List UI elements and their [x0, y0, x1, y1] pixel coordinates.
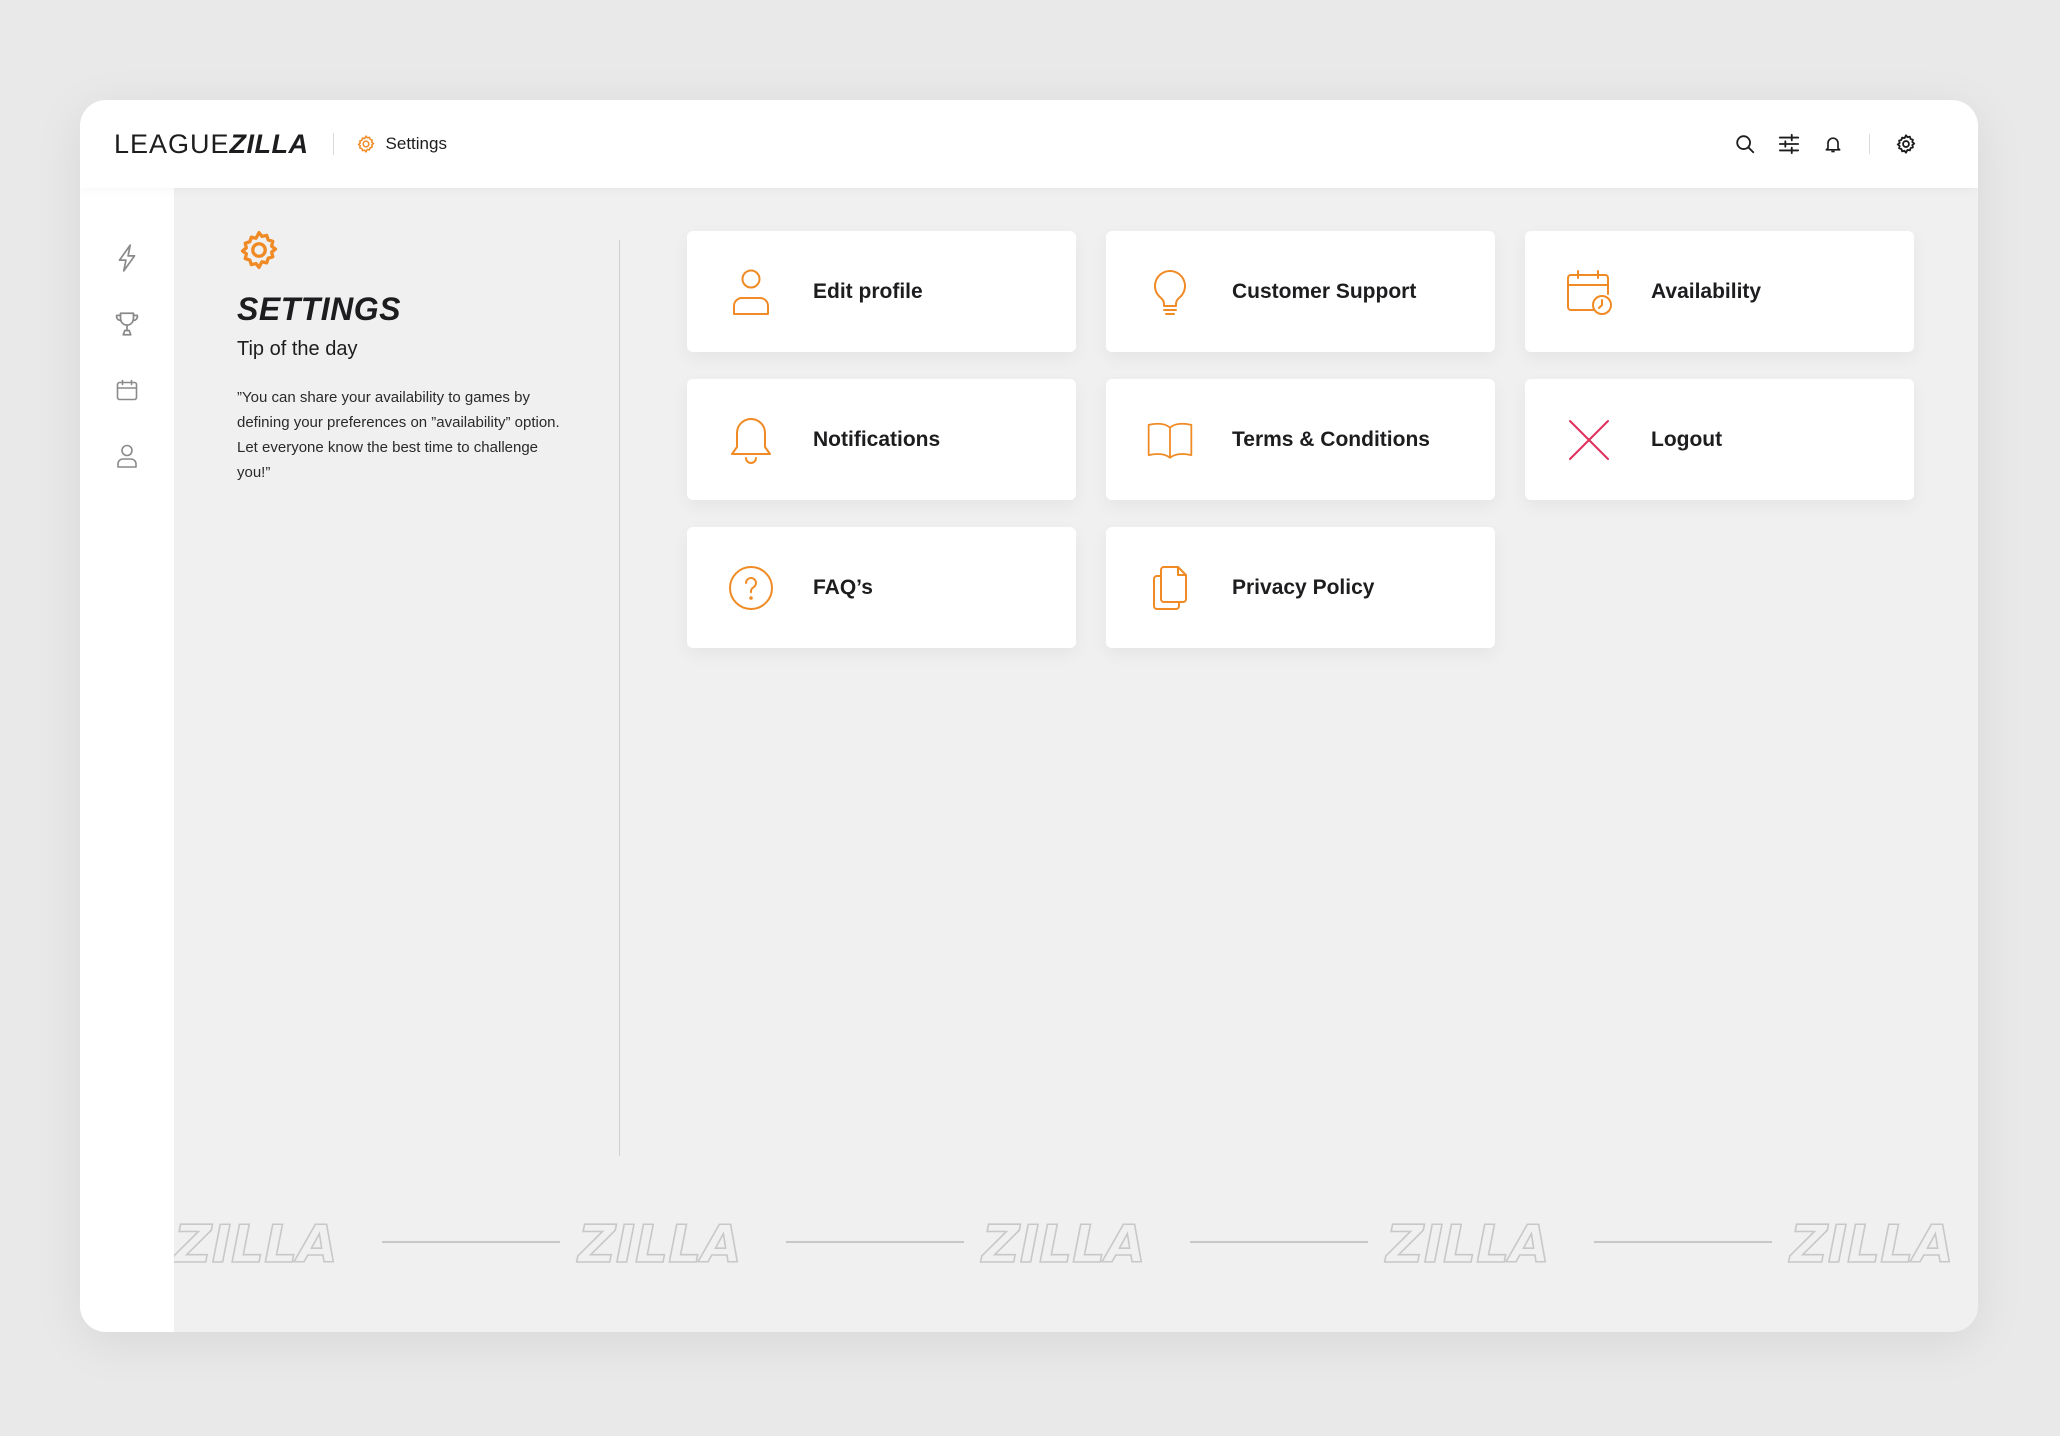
logout-tile[interactable]: Logout — [1525, 379, 1914, 500]
gear-icon — [240, 230, 278, 270]
tile-label: FAQ’s — [813, 575, 873, 599]
header-actions-divider — [1869, 134, 1870, 154]
settings-info-panel: SETTINGS Tip of the day ”You can share y… — [237, 228, 567, 485]
trophy-icon — [115, 312, 139, 336]
sidebar-item-leagues[interactable] — [109, 306, 145, 342]
terms-conditions-tile[interactable]: Terms & Conditions — [1106, 379, 1495, 500]
watermark-word: ZILLA — [174, 1215, 338, 1273]
edit-profile-tile[interactable]: Edit profile — [687, 231, 1076, 352]
search-button[interactable] — [1733, 132, 1757, 156]
gear-icon — [356, 134, 376, 154]
sidebar-item-profile[interactable] — [109, 438, 145, 474]
sidebar — [80, 188, 174, 1332]
watermark-word: ZILLA — [980, 1215, 1146, 1273]
tile-label: Privacy Policy — [1232, 575, 1375, 599]
panel-divider — [619, 240, 620, 1156]
tip-heading: Tip of the day — [237, 338, 358, 360]
settings-button[interactable] — [1894, 132, 1918, 156]
header-actions — [1733, 132, 1918, 156]
app-logo[interactable]: LEAGUE ZILLA — [114, 129, 309, 160]
documents-icon — [1146, 564, 1194, 612]
watermark-strip: ZILLA ZILLA ZILLA ZILLA ZILLA — [174, 1214, 1954, 1273]
app-window: LEAGUE ZILLA Settings SETTINGS Tip of th… — [80, 100, 1978, 1332]
tile-label: Terms & Conditions — [1232, 427, 1430, 451]
tile-label: Availability — [1651, 279, 1762, 303]
faq-tile[interactable]: FAQ’s — [687, 527, 1076, 648]
tile-label: Notifications — [813, 427, 941, 451]
filter-button[interactable] — [1777, 132, 1801, 156]
close-icon — [1565, 416, 1613, 464]
notifications-tile[interactable]: Notifications — [687, 379, 1076, 500]
bell-icon — [727, 416, 775, 464]
availability-tile[interactable]: Availability — [1525, 231, 1914, 352]
calendar-icon — [116, 379, 138, 401]
breadcrumb: Settings — [356, 134, 447, 154]
search-icon — [1736, 135, 1755, 154]
watermark-word: ZILLA — [576, 1215, 742, 1273]
breadcrumb-current: Settings — [385, 134, 447, 153]
user-icon — [727, 268, 775, 316]
page-title: SETTINGS — [237, 291, 402, 327]
privacy-policy-tile[interactable]: Privacy Policy — [1106, 527, 1495, 648]
header-divider — [332, 133, 334, 155]
watermark-word: ZILLA — [1384, 1215, 1550, 1273]
bell-icon — [1825, 137, 1841, 153]
tip-text: ”You can share your availability to game… — [237, 389, 560, 481]
top-bar: LEAGUE ZILLA Settings — [80, 100, 1978, 188]
sidebar-item-activity[interactable] — [109, 240, 145, 276]
logo-text-league: LEAGUE — [114, 128, 230, 159]
tile-label: Edit profile — [813, 279, 923, 303]
sidebar-item-calendar[interactable] — [109, 372, 145, 408]
notifications-button[interactable] — [1821, 132, 1845, 156]
book-icon — [1146, 416, 1194, 464]
watermark-word: ZILLA — [1788, 1215, 1954, 1273]
gear-icon — [1896, 134, 1916, 154]
tile-label: Customer Support — [1232, 279, 1417, 303]
filter-icon — [1778, 133, 1800, 155]
customer-support-tile[interactable]: Customer Support — [1106, 231, 1495, 352]
lightning-icon — [118, 244, 136, 272]
user-icon — [117, 444, 137, 468]
calendar-clock-icon — [1565, 268, 1613, 316]
logo-text-zilla: ZILLA — [229, 128, 309, 159]
lightbulb-icon — [1146, 268, 1194, 316]
tile-label: Logout — [1651, 427, 1723, 451]
question-icon — [727, 564, 775, 612]
